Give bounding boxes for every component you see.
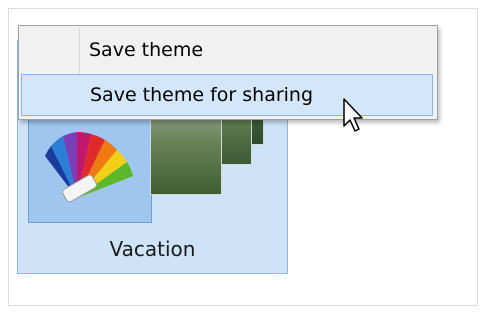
menu-item-label: Save theme — [89, 39, 204, 61]
vacation-photo-icon — [150, 111, 222, 195]
menu-item-save-theme[interactable]: Save theme — [21, 30, 433, 72]
mouse-pointer-icon — [343, 98, 363, 132]
menu-item-label: Save theme for sharing — [90, 84, 314, 106]
theme-name-label: Vacation — [109, 237, 196, 261]
menu-item-save-theme-for-sharing[interactable]: Save theme for sharing — [21, 74, 433, 116]
context-menu: Save theme Save theme for sharing — [18, 25, 438, 120]
